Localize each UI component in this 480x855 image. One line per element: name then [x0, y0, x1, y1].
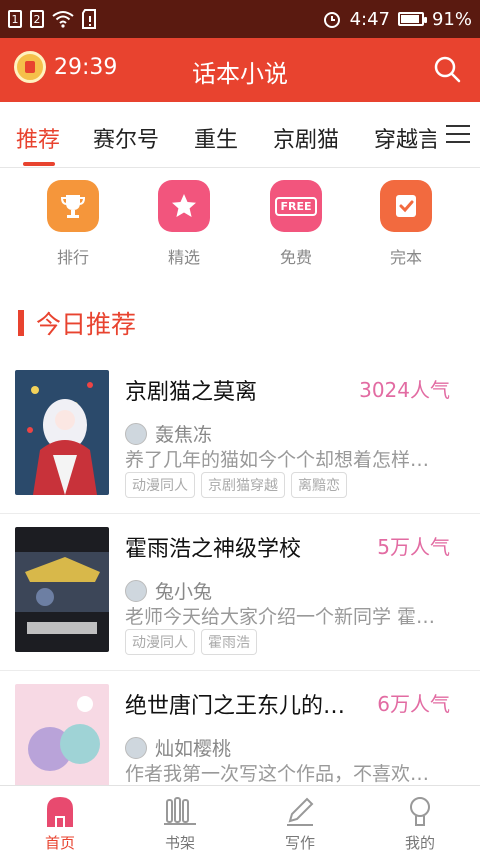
status-right: 4:47 91% — [322, 9, 472, 30]
quick-link-label: 排行 — [56, 248, 89, 267]
book-title: 京剧猫之莫离 — [125, 380, 258, 405]
book-card[interactable]: 霍雨浩之神级学校 5万人气 兔小兔 老师今天给大家介绍一个新同学 霍… 动漫同人… — [0, 514, 480, 671]
section-accent-bar — [18, 310, 24, 336]
trophy-icon — [47, 180, 99, 232]
bottom-nav: 首页 书架 写作 我的 — [0, 785, 480, 855]
avatar — [125, 422, 147, 445]
book-tag[interactable]: 动漫同人 — [125, 629, 195, 655]
pen-icon — [260, 794, 340, 828]
tab-time-travel[interactable]: 穿越言 — [374, 122, 440, 154]
book-description: 老师今天给大家介绍一个新同学 霍… — [125, 606, 436, 628]
completed-icon — [380, 180, 432, 232]
book-cover[interactable] — [15, 370, 109, 495]
quick-link-ranking[interactable]: 排行 — [33, 180, 113, 268]
book-tag[interactable]: 霍雨浩 — [201, 629, 257, 655]
app-header: 29:39 话本小说 — [0, 38, 480, 102]
quick-link-featured[interactable]: 精选 — [144, 180, 224, 268]
book-cover[interactable] — [15, 527, 109, 652]
tab-jingju-cat[interactable]: 京剧猫 — [273, 122, 339, 154]
nav-profile[interactable]: 我的 — [380, 794, 460, 853]
book-popularity: 5万人气 — [377, 535, 450, 559]
book-description: 作者我第一次写这个作品，不喜欢… — [125, 763, 430, 785]
tab-seer[interactable]: 赛尔号 — [93, 122, 159, 154]
book-popularity: 3024人气 — [359, 378, 450, 402]
menu-icon — [446, 125, 470, 143]
book-tag[interactable]: 京剧猫穿越 — [201, 472, 285, 498]
book-tags: 动漫同人 霍雨浩 — [125, 629, 257, 655]
book-author: 兔小兔 — [125, 577, 212, 604]
section-title: 今日推荐 — [18, 305, 136, 341]
app-title: 话本小说 — [192, 60, 288, 88]
status-bar: 1 2 4:47 91% — [0, 0, 480, 38]
book-description: 养了几年的猫如今个个却想着怎样… — [125, 449, 430, 471]
bookshelf-icon — [140, 794, 220, 828]
alarm-icon — [323, 12, 340, 28]
tabs-menu-button[interactable] — [436, 102, 480, 166]
avatar — [125, 579, 147, 602]
active-tab-indicator — [23, 162, 55, 166]
author-name: 轰焦冻 — [155, 424, 213, 446]
book-popularity: 6万人气 — [377, 692, 450, 716]
quick-links: 排行 精选 FREE 免费 完本 — [0, 180, 480, 290]
book-tags: 动漫同人 京剧猫穿越 离黯恋 — [125, 472, 347, 498]
nav-home[interactable]: 首页 — [20, 794, 100, 853]
quick-link-completed[interactable]: 完本 — [366, 180, 446, 268]
star-icon — [158, 180, 210, 232]
author-name: 灿如樱桃 — [155, 738, 232, 760]
book-title: 绝世唐门之王东儿的… — [125, 694, 346, 719]
book-tag[interactable]: 动漫同人 — [125, 472, 195, 498]
battery-icon — [397, 12, 427, 26]
book-tag[interactable]: 离黯恋 — [291, 472, 347, 498]
nav-label: 首页 — [44, 834, 75, 852]
nav-bookshelf[interactable]: 书架 — [140, 794, 220, 853]
status-left: 1 2 — [8, 9, 98, 29]
category-tabs: 推荐 赛尔号 重生 京剧猫 穿越言 — [0, 102, 480, 168]
tab-rebirth[interactable]: 重生 — [194, 122, 238, 154]
profile-icon — [380, 794, 460, 828]
quick-link-label: 免费 — [279, 248, 312, 267]
search-icon[interactable] — [432, 54, 462, 84]
sim2-icon: 2 — [30, 10, 44, 28]
quick-link-label: 精选 — [167, 248, 200, 267]
status-time: 4:47 — [349, 8, 390, 30]
quick-link-label: 完本 — [389, 248, 422, 267]
home-icon — [20, 794, 100, 828]
sim1-icon: 1 — [8, 10, 22, 28]
book-author: 轰焦冻 — [125, 420, 212, 447]
nav-write[interactable]: 写作 — [260, 794, 340, 853]
battery-percent: 91% — [431, 8, 472, 30]
section-heading: 今日推荐 — [36, 310, 137, 339]
book-title: 霍雨浩之神级学校 — [125, 537, 302, 562]
nav-label: 我的 — [404, 834, 435, 852]
author-name: 兔小兔 — [155, 581, 213, 603]
avatar — [125, 736, 147, 759]
quick-link-free[interactable]: FREE 免费 — [256, 180, 336, 268]
wifi-icon — [52, 11, 74, 28]
tab-recommend[interactable]: 推荐 — [16, 122, 60, 154]
sd-card-icon — [82, 9, 96, 29]
free-icon: FREE — [270, 180, 322, 232]
battery-level — [400, 15, 419, 23]
book-card[interactable]: 京剧猫之莫离 3024人气 轰焦冻 养了几年的猫如今个个却想着怎样… 动漫同人 … — [0, 357, 480, 514]
book-author: 灿如樱桃 — [125, 734, 231, 761]
nav-label: 书架 — [164, 834, 195, 852]
free-badge: FREE — [275, 196, 317, 216]
nav-label: 写作 — [284, 834, 315, 852]
